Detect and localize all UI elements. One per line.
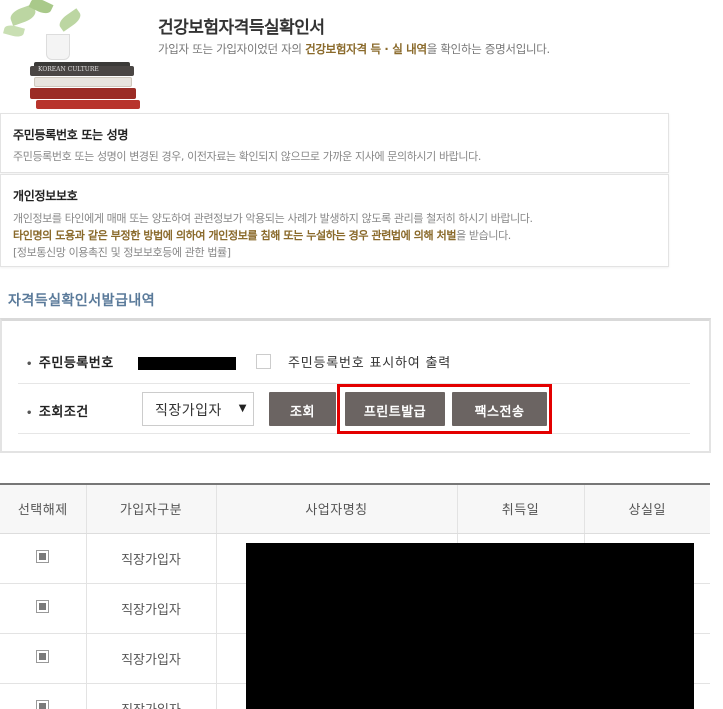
rrn-redacted-value xyxy=(138,357,236,370)
highlight-frame xyxy=(337,384,552,434)
row-checkbox[interactable] xyxy=(36,549,50,563)
member-type-cell: 직장가입자 xyxy=(86,583,217,634)
col-acquired-date: 취득일 xyxy=(457,483,585,534)
notice-name-change: 주민등록번호 또는 성명 주민등록번호 또는 성명이 변경된 경우, 이전자료는… xyxy=(0,113,669,173)
row-select-cell xyxy=(0,683,87,709)
col-lost-date: 상실일 xyxy=(584,483,710,534)
condition-label: 조회조건 xyxy=(26,401,89,420)
row-checkbox[interactable] xyxy=(36,599,50,613)
row-checkbox[interactable] xyxy=(36,649,50,663)
member-type-cell: 직장가입자 xyxy=(86,683,217,709)
col-deselect[interactable]: 선택해제 xyxy=(0,483,87,534)
notice-body: 주민등록번호 또는 성명이 변경된 경우, 이전자료는 확인되지 않으므로 가까… xyxy=(13,150,481,163)
notice-title: 주민등록번호 또는 성명 xyxy=(13,128,129,142)
show-rrn-checkbox[interactable] xyxy=(256,354,271,369)
warning-tail: 을 받습니다. xyxy=(456,229,511,242)
member-type-cell: 직장가입자 xyxy=(86,633,217,684)
member-type-select[interactable]: 직장가입자 ▼ xyxy=(142,392,254,426)
notice-warning: 타인명의 도용과 같은 부정한 방법에 의하여 개인정보를 침해 또는 누설하는… xyxy=(13,227,511,243)
section-title: 자격득실확인서발급내역 xyxy=(8,293,156,309)
rrn-row: 주민등록번호 주민등록번호 표시하여 출력 xyxy=(18,337,690,384)
col-member-type: 가입자구분 xyxy=(86,483,217,534)
table-header-row: 선택해제 가입자구분 사업자명칭 취득일 상실일 xyxy=(0,483,710,534)
rrn-label: 주민등록번호 xyxy=(26,352,114,371)
notice-title: 개인정보보호 xyxy=(13,189,78,203)
notice-law-reference: [정보통신망 이용촉진 및 정보보호등에 관한 법률] xyxy=(13,246,231,259)
desc-prefix: 가입자 또는 가입자이었던 자의 xyxy=(158,42,306,56)
member-type-cell: 직장가입자 xyxy=(86,533,217,584)
page-description: 가입자 또는 가입자이었던 자의 건강보험자격 득 · 실 내역을 확인하는 증… xyxy=(158,41,550,57)
notice-privacy: 개인정보보호 개인정보를 타인에게 매매 또는 양도하여 관련정보가 악용되는 … xyxy=(0,174,669,267)
book-spine-text: KOREAN CULTURE xyxy=(30,66,134,76)
row-select-cell xyxy=(0,633,87,684)
chevron-down-icon: ▼ xyxy=(238,403,247,414)
search-button[interactable]: 조회 xyxy=(269,392,336,426)
desc-highlight: 건강보험자격 득 · 실 내역 xyxy=(305,42,427,56)
warning-bold: 타인명의 도용과 같은 부정한 방법에 의하여 개인정보를 침해 또는 누설하는… xyxy=(13,229,457,242)
redacted-block xyxy=(246,543,694,709)
page-header: KOREAN CULTURE 건강보험자격득실확인서 가입자 또는 가입자이었던… xyxy=(0,0,723,112)
col-business-name: 사업자명칭 xyxy=(216,483,458,534)
row-select-cell xyxy=(0,583,87,634)
notice-line: 개인정보를 타인에게 매매 또는 양도하여 관련정보가 악용되는 사례가 발생하… xyxy=(13,212,533,225)
row-checkbox[interactable] xyxy=(36,699,50,709)
member-type-select-value: 직장가입자 xyxy=(155,403,222,419)
show-rrn-checkbox-label: 주민등록번호 표시하여 출력 xyxy=(288,356,451,371)
desc-suffix: 을 확인하는 증명서입니다. xyxy=(426,42,550,56)
page-title: 건강보험자격득실확인서 xyxy=(158,18,325,38)
row-select-cell xyxy=(0,533,87,584)
books-plant-illustration: KOREAN CULTURE xyxy=(0,0,160,112)
